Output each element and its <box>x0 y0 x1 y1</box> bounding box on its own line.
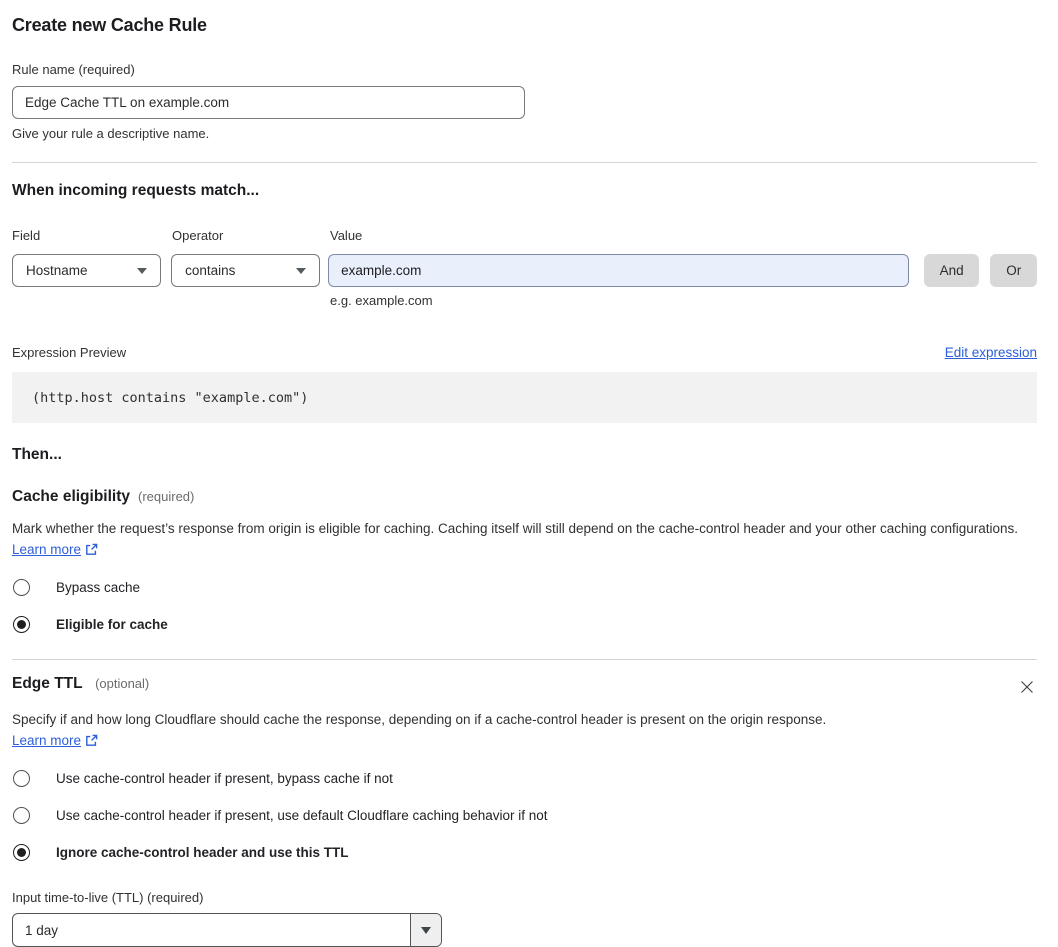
radio-circle-unchecked <box>13 579 30 596</box>
edge-ttl-optional-note: (optional) <box>95 676 149 691</box>
expression-code: (http.host contains "example.com") <box>32 390 308 406</box>
section-divider <box>12 162 1037 163</box>
radio-use-header-bypass[interactable]: Use cache-control header if present, byp… <box>12 770 1037 787</box>
radio-bypass-cache[interactable]: Bypass cache <box>12 579 1037 596</box>
match-controls-row: Hostname contains And Or <box>12 254 1037 287</box>
radio-circle-checked <box>13 844 30 861</box>
chevron-down-icon <box>137 268 147 274</box>
radio-label: Eligible for cache <box>56 617 168 632</box>
radio-use-header-default[interactable]: Use cache-control header if present, use… <box>12 807 1037 824</box>
edge-ttl-heading-row: Edge TTL (optional) <box>12 675 1037 700</box>
radio-label: Use cache-control header if present, use… <box>56 808 548 823</box>
radio-circle-unchecked <box>13 770 30 787</box>
cache-eligibility-required-note: (required) <box>138 489 194 504</box>
expression-preview-row: Expression Preview Edit expression <box>12 345 1037 360</box>
ttl-select-value: 1 day <box>13 914 410 946</box>
and-button[interactable]: And <box>924 254 980 287</box>
page-title: Create new Cache Rule <box>12 15 1037 36</box>
rule-name-label: Rule name (required) <box>12 62 1037 77</box>
value-label: Value <box>330 228 362 243</box>
radio-circle-unchecked <box>13 807 30 824</box>
close-icon <box>1019 679 1035 695</box>
operator-select-value: contains <box>185 263 235 278</box>
chevron-down-icon <box>421 927 431 934</box>
radio-label: Use cache-control header if present, byp… <box>56 771 393 786</box>
match-section-heading: When incoming requests match... <box>12 182 1037 200</box>
edge-ttl-description: Specify if and how long Cloudflare shoul… <box>12 709 844 751</box>
cache-eligibility-heading-row: Cache eligibility (required) <box>12 488 1037 506</box>
rule-name-help: Give your rule a descriptive name. <box>12 126 1037 141</box>
external-link-icon <box>85 734 98 747</box>
create-cache-rule-form: Create new Cache Rule Rule name (require… <box>0 0 1058 947</box>
ttl-select-dropdown-button[interactable] <box>410 914 441 946</box>
ttl-select[interactable]: 1 day <box>12 913 442 947</box>
edge-ttl-heading: Edge TTL <box>12 675 83 692</box>
or-button[interactable]: Or <box>990 254 1037 287</box>
value-example-hint: e.g. example.com <box>330 293 1037 308</box>
cache-eligibility-description-text: Mark whether the request’s response from… <box>12 521 1018 536</box>
radio-eligible-for-cache[interactable]: Eligible for cache <box>12 616 1037 633</box>
cache-eligibility-heading: Cache eligibility <box>12 488 130 506</box>
radio-label: Bypass cache <box>56 580 140 595</box>
section-divider <box>12 659 1037 660</box>
expression-code-block: (http.host contains "example.com") <box>12 372 1037 423</box>
expression-preview-label: Expression Preview <box>12 345 126 360</box>
radio-circle-checked <box>13 616 30 633</box>
cache-eligibility-learn-more-link[interactable]: Learn more <box>12 542 81 557</box>
field-select-value: Hostname <box>26 263 88 278</box>
operator-label: Operator <box>172 228 330 243</box>
rule-name-input[interactable] <box>12 86 525 119</box>
close-edge-ttl-button[interactable] <box>1017 677 1037 700</box>
chevron-down-icon <box>296 268 306 274</box>
field-label: Field <box>12 228 172 243</box>
radio-label: Ignore cache-control header and use this… <box>56 845 349 860</box>
edge-ttl-description-text: Specify if and how long Cloudflare shoul… <box>12 712 826 727</box>
edge-ttl-learn-more-link[interactable]: Learn more <box>12 733 81 748</box>
value-input[interactable] <box>328 254 909 287</box>
external-link-icon <box>85 543 98 556</box>
radio-ignore-header-use-ttl[interactable]: Ignore cache-control header and use this… <box>12 844 1037 861</box>
operator-select[interactable]: contains <box>171 254 320 287</box>
field-select[interactable]: Hostname <box>12 254 161 287</box>
cache-eligibility-description: Mark whether the request’s response from… <box>12 518 1037 560</box>
then-heading: Then... <box>12 446 1037 464</box>
edit-expression-link[interactable]: Edit expression <box>945 345 1037 360</box>
ttl-label: Input time-to-live (TTL) (required) <box>12 890 1037 905</box>
match-labels-row: Field Operator Value <box>12 228 1037 243</box>
